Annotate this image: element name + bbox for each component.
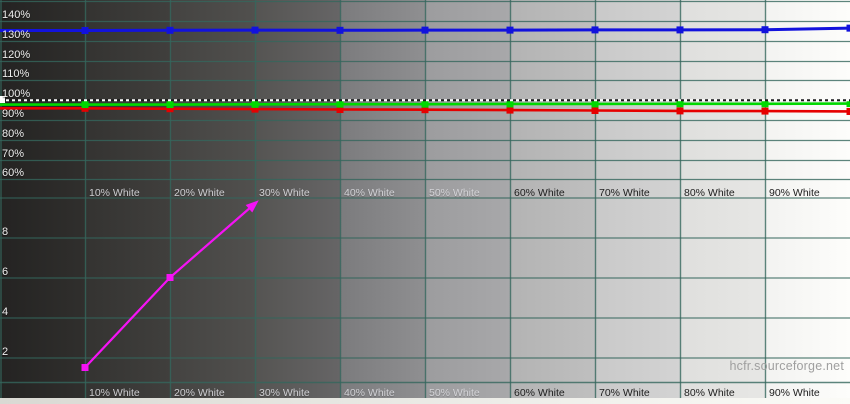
reference-100pct-tick: [0, 96, 5, 103]
magenta-series-marker: [166, 274, 174, 281]
magenta-series-marker: [81, 364, 89, 371]
blue-series-marker: [591, 26, 599, 34]
green-series-marker: [166, 101, 174, 109]
blue-series-marker: [336, 26, 344, 34]
blue-series-marker: [846, 24, 850, 32]
red-series-marker: [506, 106, 514, 114]
green-series-marker: [761, 100, 769, 108]
chart-plot-area: [0, 0, 850, 398]
red-series-marker: [846, 107, 850, 115]
watermark-text: hcfr.sourceforge.net: [729, 359, 844, 373]
green-series-marker: [336, 100, 344, 108]
blue-series-marker: [676, 26, 684, 34]
green-series-marker: [506, 100, 514, 108]
red-series-marker: [761, 107, 769, 115]
blue-series-marker: [761, 26, 769, 34]
blue-series-marker: [81, 27, 89, 35]
rgb-levels-chart: 140% 130% 120% 110% 100% 90% 80% 70% 60% 8 6 4 2 10% …: [0, 0, 850, 404]
green-series-marker: [251, 100, 259, 108]
green-series-marker: [81, 101, 89, 109]
blue-series-marker: [506, 26, 514, 34]
red-series-marker: [591, 106, 599, 114]
window-bottom-strip: [0, 398, 850, 404]
blue-series-marker: [166, 26, 174, 34]
green-series-marker: [591, 100, 599, 108]
blue-series-marker: [421, 26, 429, 34]
red-series-marker: [676, 107, 684, 115]
green-series-marker: [676, 100, 684, 108]
green-series-marker: [421, 100, 429, 108]
blue-series-marker: [251, 26, 259, 34]
